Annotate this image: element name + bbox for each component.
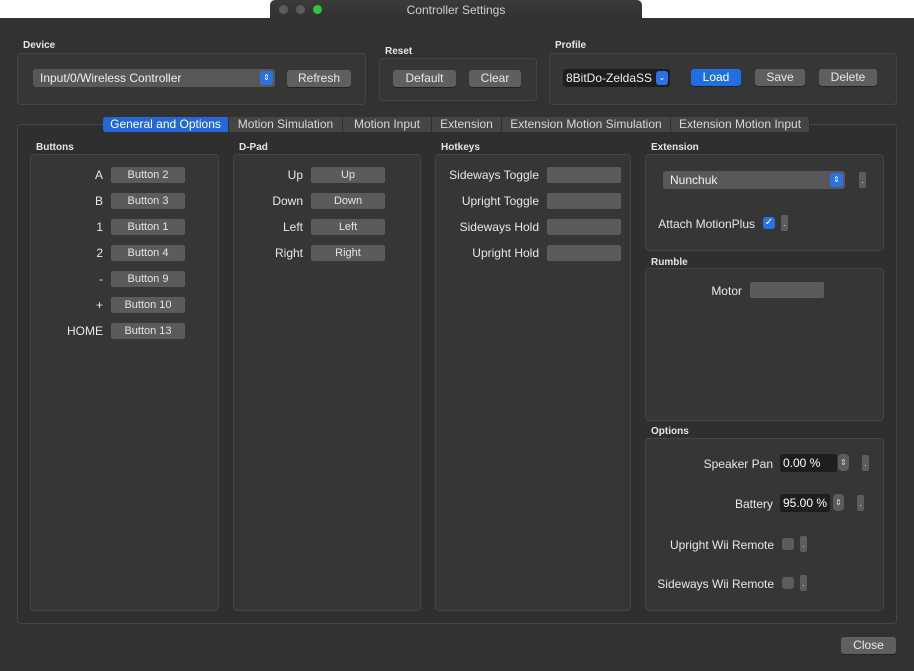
reset-group-label: Reset (385, 46, 413, 57)
battery-configure-button[interactable]: . (857, 495, 864, 511)
tab-extension[interactable]: Extension (432, 117, 502, 132)
hotkey-sideways-toggle-mapping[interactable] (547, 167, 621, 183)
profile-select[interactable]: 8BitDo-ZeldaSS ⌄ (563, 69, 670, 87)
tab-motion-input[interactable]: Motion Input (343, 117, 432, 132)
dpad-left-mapping[interactable]: Left (311, 219, 385, 235)
load-button[interactable]: Load (691, 69, 741, 86)
hotkey-sideways-hold-mapping[interactable] (547, 219, 621, 235)
chevron-updown-icon: ⇕ (260, 71, 273, 85)
chevron-updown-icon: ⇕ (830, 173, 843, 187)
button-plus-mapping[interactable]: Button 10 (111, 297, 185, 313)
button-plus-label: + (95, 298, 103, 312)
hotkeys-group-label: Hotkeys (441, 142, 480, 153)
clear-button[interactable]: Clear (469, 70, 521, 87)
refresh-button[interactable]: Refresh (287, 70, 351, 87)
hotkey-sideways-hold-label: Sideways Hold (459, 220, 539, 234)
profile-group-label: Profile (555, 40, 587, 51)
button-2-mapping[interactable]: Button 4 (111, 245, 185, 261)
upright-wii-remote-checkbox[interactable] (782, 538, 794, 550)
dpad-left-label: Left (282, 220, 303, 234)
dpad-group-label: D-Pad (239, 142, 268, 153)
hotkey-upright-hold-mapping[interactable] (547, 245, 621, 261)
upright-wii-remote-configure-button[interactable]: . (800, 536, 807, 552)
button-home-label: HOME (67, 324, 103, 338)
tab-motion-simulation[interactable]: Motion Simulation (229, 117, 343, 132)
window-title: Controller Settings (406, 3, 506, 17)
button-a-label: A (94, 168, 103, 182)
profile-select-value: 8BitDo-ZeldaSS (566, 71, 653, 85)
default-button[interactable]: Default (393, 70, 456, 87)
button-2-label: 2 (96, 246, 103, 260)
tab-general-options[interactable]: General and Options (103, 117, 229, 132)
sideways-wii-remote-checkbox[interactable] (782, 577, 794, 589)
sideways-wii-remote-label: Sideways Wii Remote (657, 577, 774, 591)
attach-motionplus-label: Attach MotionPlus (658, 217, 755, 231)
speaker-pan-configure-button[interactable]: . (862, 455, 869, 471)
device-select-value: Input/0/Wireless Controller (40, 71, 182, 85)
dpad-right-label: Right (274, 246, 303, 260)
dpad-down-label: Down (272, 194, 303, 208)
extension-select[interactable]: Nunchuk ⇕ (663, 171, 845, 189)
battery-input[interactable]: 95.00 % (780, 494, 830, 512)
dpad-down-mapping[interactable]: Down (311, 193, 385, 209)
button-minus-label: - (99, 272, 103, 286)
speaker-pan-label: Speaker Pan (703, 457, 773, 471)
dpad-up-label: Up (287, 168, 303, 182)
hotkey-upright-toggle-mapping[interactable] (547, 193, 621, 209)
device-group-label: Device (23, 40, 56, 51)
attach-motionplus-checkbox[interactable]: ✓ (763, 217, 775, 229)
extension-group (645, 154, 884, 251)
save-button[interactable]: Save (755, 69, 805, 86)
attach-motionplus-configure-button[interactable]: . (781, 215, 788, 231)
battery-stepper[interactable]: ⇕ (833, 494, 844, 511)
button-1-mapping[interactable]: Button 1 (111, 219, 185, 235)
tab-extension-motion-input[interactable]: Extension Motion Input (671, 117, 810, 132)
hotkey-upright-hold-label: Upright Hold (472, 246, 539, 260)
delete-button[interactable]: Delete (819, 69, 877, 86)
speaker-pan-stepper[interactable]: ⇕ (838, 454, 849, 471)
device-select[interactable]: Input/0/Wireless Controller ⇕ (33, 69, 275, 87)
motor-label: Motor (711, 284, 742, 298)
rumble-group-label: Rumble (651, 257, 688, 268)
button-b-label: B (94, 194, 103, 208)
dpad-right-mapping[interactable]: Right (311, 245, 385, 261)
options-group-label: Options (651, 426, 689, 437)
dpad-up-mapping[interactable]: Up (311, 167, 385, 183)
buttons-group-label: Buttons (36, 142, 74, 153)
extension-group-label: Extension (651, 142, 699, 153)
motor-mapping[interactable] (750, 282, 824, 298)
hotkey-upright-toggle-label: Upright Toggle (461, 194, 539, 208)
extension-select-value: Nunchuk (670, 173, 718, 187)
battery-label: Battery (734, 497, 773, 511)
title-bar[interactable]: Controller Settings (270, 0, 642, 19)
button-1-label: 1 (96, 220, 103, 234)
button-home-mapping[interactable]: Button 13 (111, 323, 185, 339)
chevron-down-icon: ⌄ (656, 71, 668, 85)
tab-extension-motion-simulation[interactable]: Extension Motion Simulation (502, 117, 671, 132)
hotkey-sideways-toggle-label: Sideways Toggle (449, 168, 539, 182)
close-button[interactable]: Close (841, 637, 896, 654)
speaker-pan-input[interactable]: 0.00 % (780, 454, 837, 472)
button-b-mapping[interactable]: Button 3 (111, 193, 185, 209)
upright-wii-remote-label: Upright Wii Remote (669, 538, 774, 552)
extension-configure-button[interactable]: . (859, 172, 866, 188)
button-a-mapping[interactable]: Button 2 (111, 167, 185, 183)
button-minus-mapping[interactable]: Button 9 (111, 271, 185, 287)
sideways-wii-remote-configure-button[interactable]: . (800, 575, 807, 591)
